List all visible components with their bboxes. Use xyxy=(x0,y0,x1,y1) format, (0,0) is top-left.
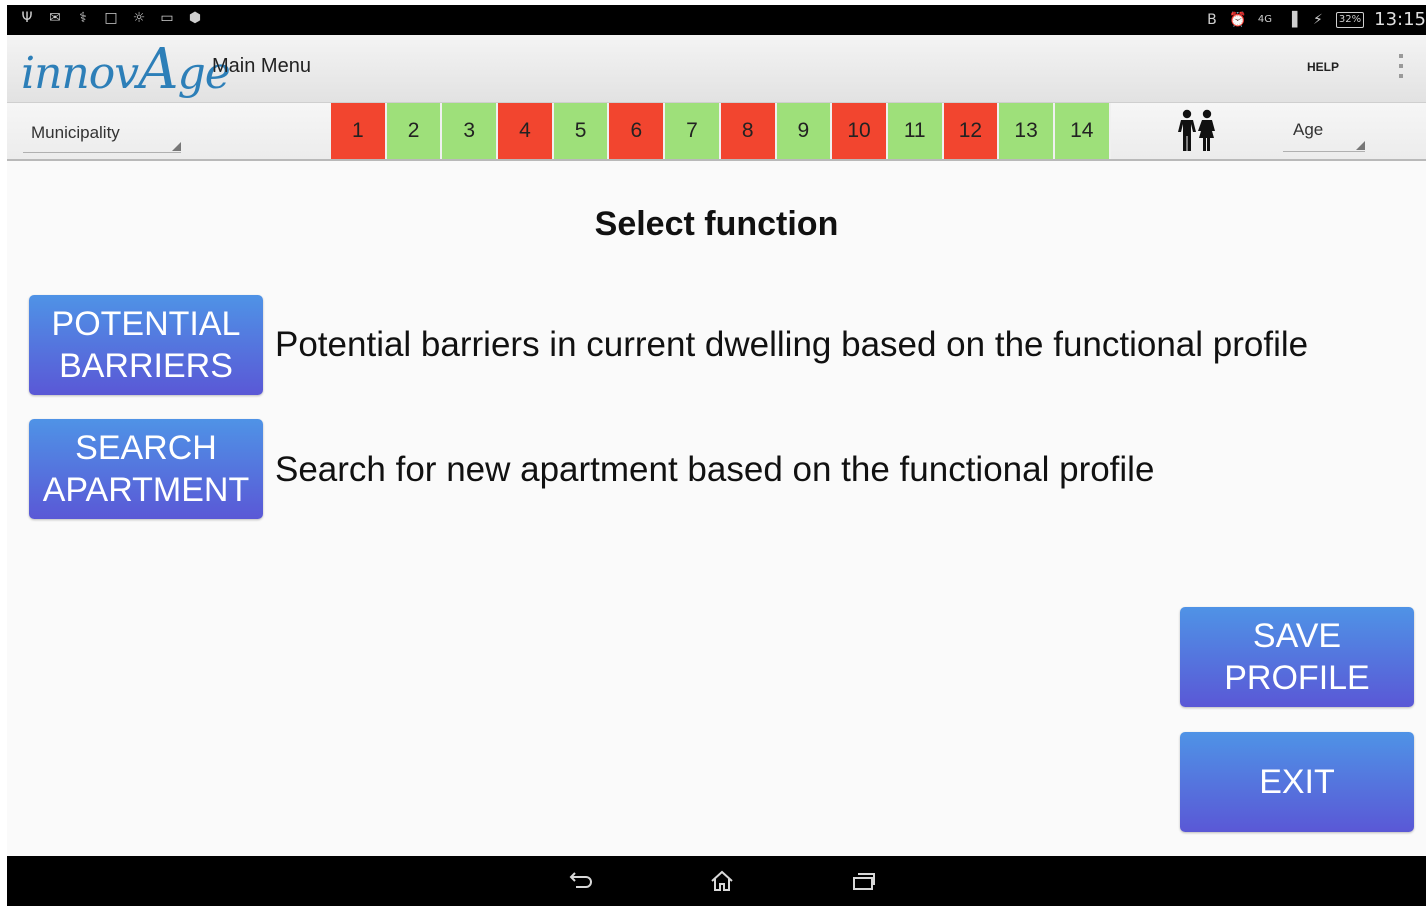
app-screen: Ψ ✉ ⚕ □ ☼ ▭ ⬢ B ⏰ 4G ▐ ⚡ 32% 13:15 innov… xyxy=(7,5,1426,906)
functional-profile-strip: 1 2 3 4 5 6 7 8 9 10 11 12 13 14 xyxy=(331,103,1111,159)
charging-icon: ⚡ xyxy=(1312,11,1323,28)
profile-item-8[interactable]: 8 xyxy=(720,103,777,159)
profile-item-13[interactable]: 13 xyxy=(999,103,1055,159)
age-label: Age xyxy=(1293,120,1324,139)
bluetooth-icon: B xyxy=(1207,11,1217,28)
save-profile-button[interactable]: SAVE PROFILE xyxy=(1180,607,1414,707)
usb-debug-icon: ⚕ xyxy=(79,10,87,26)
spinner-arrow-icon xyxy=(172,142,181,151)
status-right-icons: B ⏰ 4G ▐ ⚡ 32% 13:15 xyxy=(1204,9,1426,30)
action-bar: innovAge Main Menu HELP xyxy=(7,35,1426,103)
age-spinner[interactable]: Age xyxy=(1283,116,1365,152)
help-button[interactable]: HELP xyxy=(1307,60,1339,74)
android-icon: ⬢ xyxy=(188,10,202,26)
municipality-label: Municipality xyxy=(31,123,120,142)
spinner-arrow-icon xyxy=(1356,141,1365,150)
status-clock: 13:15 xyxy=(1374,9,1426,30)
innovage-logo: innovAge xyxy=(21,37,231,102)
recent-apps-icon[interactable] xyxy=(850,869,878,893)
profile-item-7[interactable]: 7 xyxy=(665,103,721,159)
exit-button[interactable]: EXIT xyxy=(1180,732,1414,832)
filter-row: Municipality 1 2 3 4 5 6 7 8 9 10 11 12 13 14 Age xyxy=(7,103,1426,161)
usb-icon: Ψ xyxy=(21,10,33,26)
profile-item-10[interactable]: 10 xyxy=(832,103,888,159)
potential-barriers-button[interactable]: POTENTIAL BARRIERS xyxy=(29,295,263,395)
profile-item-2[interactable]: 2 xyxy=(386,103,443,159)
page-title: Select function xyxy=(594,205,839,243)
municipality-spinner[interactable]: Municipality xyxy=(23,119,181,153)
profile-item-12[interactable]: 12 xyxy=(943,103,1000,159)
gallery-icon: ▭ xyxy=(160,10,174,26)
back-icon[interactable] xyxy=(566,869,594,893)
search-apartment-button[interactable]: SEARCH APARTMENT xyxy=(29,419,263,519)
profile-item-14[interactable]: 14 xyxy=(1054,103,1111,159)
profile-item-5[interactable]: 5 xyxy=(553,103,610,159)
alarm-icon: ⏰ xyxy=(1229,11,1247,28)
status-bar: Ψ ✉ ⚕ □ ☼ ▭ ⬢ B ⏰ 4G ▐ ⚡ 32% 13:15 xyxy=(7,5,1426,35)
profile-item-11[interactable]: 11 xyxy=(887,103,944,159)
search-apartment-description: Search for new apartment based on the fu… xyxy=(275,450,1155,489)
signal-icon: ▐ xyxy=(1286,11,1298,28)
overflow-menu-icon[interactable] xyxy=(1391,51,1411,81)
home-icon[interactable] xyxy=(708,869,736,893)
status-left-icons: Ψ ✉ ⚕ □ ☼ ▭ ⬢ xyxy=(19,9,203,27)
profile-item-9[interactable]: 9 xyxy=(776,103,833,159)
navigation-bar xyxy=(7,856,1426,906)
lightbulb-icon: ☼ xyxy=(132,10,146,26)
battery-indicator: 32% xyxy=(1335,11,1365,28)
profile-item-3[interactable]: 3 xyxy=(442,103,499,159)
gmail-icon: ✉ xyxy=(49,10,61,26)
screen-title: Main Menu xyxy=(212,55,311,77)
profile-item-6[interactable]: 6 xyxy=(609,103,666,159)
male-female-icon[interactable] xyxy=(1167,109,1227,153)
screenshot-icon: □ xyxy=(104,10,118,26)
potential-barriers-description: Potential barriers in current dwelling b… xyxy=(275,325,1309,364)
profile-item-1[interactable]: 1 xyxy=(331,103,387,159)
profile-item-4[interactable]: 4 xyxy=(498,103,554,159)
network-icon: 4G xyxy=(1257,14,1272,25)
